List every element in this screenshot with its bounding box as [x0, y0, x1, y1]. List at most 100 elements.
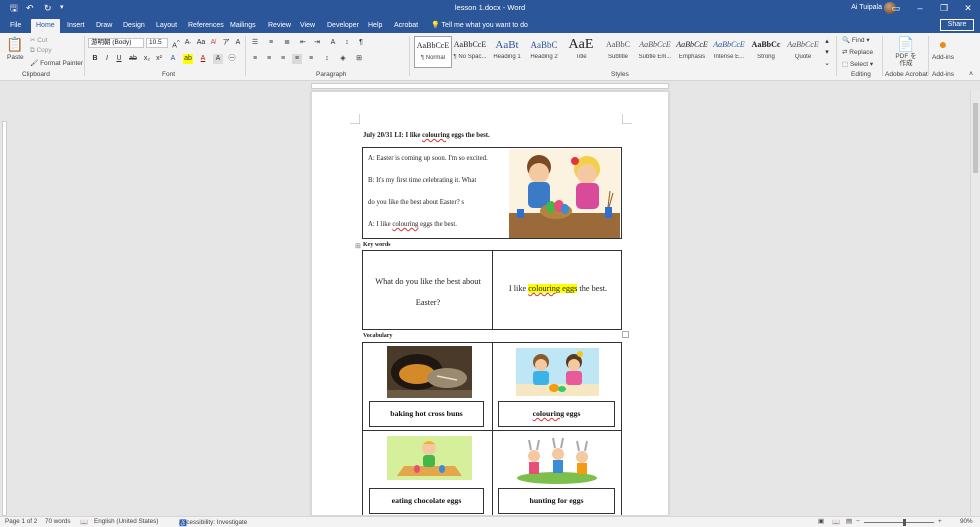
grow-font-icon[interactable]: A^	[171, 38, 181, 49]
asian-layout-icon[interactable]: A	[328, 38, 338, 48]
font-family-select[interactable]: 游明朝 (Body)	[88, 38, 144, 48]
add-ins-icon[interactable]: ●	[936, 36, 950, 52]
table-resize-handle[interactable]	[622, 331, 629, 338]
vertical-scrollbar[interactable]	[970, 91, 980, 516]
tab-file[interactable]: File	[5, 19, 26, 33]
show-marks-icon[interactable]: ¶	[356, 38, 366, 48]
print-layout-icon[interactable]: ▤	[846, 518, 852, 525]
find-button[interactable]: 🔍 Find ▾	[842, 36, 870, 44]
bold-icon[interactable]: B	[90, 54, 100, 64]
vertical-ruler[interactable]	[0, 91, 9, 516]
style-intense-emphasis[interactable]: AaBbCcE Intense E...	[710, 36, 748, 68]
align-left-icon[interactable]: ≡	[250, 54, 260, 64]
justify-icon[interactable]: ≡	[292, 54, 302, 64]
select-button[interactable]: ⬚ Select ▾	[842, 60, 873, 68]
eating-chocolate-eggs-image[interactable]	[387, 436, 472, 480]
distributed-icon[interactable]: ≡	[306, 54, 316, 64]
change-case-icon[interactable]: Aa	[196, 38, 206, 48]
maximize-icon[interactable]: ❐	[932, 0, 956, 17]
numbering-icon[interactable]: ≡	[266, 38, 276, 48]
paste-button[interactable]: Paste	[7, 54, 24, 61]
shading-icon[interactable]: A	[213, 54, 223, 64]
page-count[interactable]: Page 1 of 2	[5, 518, 37, 525]
pdf-icon[interactable]: 📄	[896, 36, 916, 53]
document-page[interactable]: July 20/31 LI: I like colouring eggs the…	[311, 91, 669, 516]
zoom-slider[interactable]	[864, 522, 934, 523]
tab-draw[interactable]: Draw	[91, 19, 117, 33]
style-subtitle[interactable]: AaBbC Subtitle	[599, 36, 637, 68]
increase-indent-icon[interactable]: ⇥	[312, 38, 322, 48]
table-move-handle-icon[interactable]: ⊞	[355, 242, 361, 250]
tab-view[interactable]: View	[295, 19, 320, 33]
tab-insert[interactable]: Insert	[62, 19, 90, 33]
styles-scroll-up-icon[interactable]: ▴	[822, 37, 832, 47]
phonetic-guide-icon[interactable]: ア	[221, 38, 231, 48]
tab-help[interactable]: Help	[363, 19, 387, 33]
read-mode-icon[interactable]: 📖	[832, 518, 840, 526]
subscript-icon[interactable]: x₂	[142, 54, 152, 64]
styles-scroll-down-icon[interactable]: ▾	[822, 48, 832, 58]
tab-acrobat[interactable]: Acrobat	[389, 19, 423, 33]
align-center-icon[interactable]: ≡	[264, 54, 274, 64]
italic-icon[interactable]: I	[102, 54, 112, 64]
shrink-font-icon[interactable]: Aˇ	[183, 38, 193, 48]
clear-formatting-icon[interactable]: A̸	[208, 38, 218, 48]
ribbon-display-icon[interactable]: ▭	[884, 0, 908, 17]
tell-me-search[interactable]: 💡 Tell me what you want to do	[431, 19, 528, 32]
align-right-icon[interactable]: ≡	[278, 54, 288, 64]
hunting-for-eggs-image[interactable]	[516, 434, 599, 484]
multilevel-list-icon[interactable]: ≣	[282, 38, 292, 48]
horizontal-ruler[interactable]	[0, 81, 980, 91]
zoom-level[interactable]: 90%	[960, 518, 973, 525]
superscript-icon[interactable]: x²	[154, 54, 164, 64]
user-name[interactable]: Ai Tuipala	[851, 4, 882, 11]
text-effects-icon[interactable]: A	[168, 54, 178, 64]
close-icon[interactable]: ✕	[956, 0, 980, 17]
colouring-eggs-image[interactable]	[516, 348, 599, 396]
zoom-out-icon[interactable]: −	[856, 518, 860, 525]
zoom-slider-thumb[interactable]	[903, 519, 906, 526]
style-heading-1[interactable]: AaBt Heading 1	[488, 36, 526, 68]
proofing-icon[interactable]: 📖	[80, 518, 88, 526]
language-status[interactable]: English (United States)	[94, 518, 158, 525]
decrease-indent-icon[interactable]: ⇤	[298, 38, 308, 48]
font-size-select[interactable]: 10.5	[146, 38, 168, 48]
bullets-icon[interactable]: ☰	[250, 38, 260, 48]
zoom-in-icon[interactable]: +	[938, 518, 942, 525]
minimize-icon[interactable]: –	[908, 0, 932, 17]
cut-button[interactable]: ✂ Cut	[30, 36, 47, 44]
create-pdf-button[interactable]: PDF を 作成	[890, 53, 922, 67]
tab-home[interactable]: Home	[31, 19, 60, 33]
line-spacing-icon[interactable]: ↕	[322, 54, 332, 64]
sort-icon[interactable]: ↕	[342, 38, 352, 48]
strikethrough-icon[interactable]: ab	[128, 54, 138, 64]
style-no-spacing[interactable]: AaBbCcE ¶ No Spac...	[451, 36, 489, 68]
styles-more-icon[interactable]: ⌄	[822, 59, 832, 69]
share-button[interactable]: Share	[940, 19, 974, 31]
style-subtle-emphasis[interactable]: AaBbCcE Subtle Em...	[636, 36, 674, 68]
tab-mailings[interactable]: Mailings	[225, 19, 261, 33]
borders-icon[interactable]: ⊞	[354, 54, 364, 64]
underline-icon[interactable]: U	[114, 54, 124, 64]
style-title[interactable]: AaE Title	[562, 36, 600, 68]
format-painter-button[interactable]: 🖌 Format Painter	[30, 59, 83, 67]
tab-developer[interactable]: Developer	[322, 19, 364, 33]
collapse-ribbon-icon[interactable]: ˄	[966, 70, 976, 80]
style-emphasis[interactable]: AaBbCcE Emphasis	[673, 36, 711, 68]
word-count[interactable]: 70 words	[45, 518, 71, 525]
font-color-icon[interactable]: A	[198, 54, 208, 64]
tab-layout[interactable]: Layout	[151, 19, 182, 33]
highlight-icon[interactable]: ab	[183, 54, 193, 64]
add-ins-button[interactable]: Add-ins	[932, 54, 954, 61]
hot-cross-buns-image[interactable]	[387, 346, 472, 398]
style-strong[interactable]: AaBbCc Strong	[747, 36, 785, 68]
tab-design[interactable]: Design	[118, 19, 150, 33]
character-border-icon[interactable]: A	[233, 38, 243, 48]
replace-button[interactable]: ⇄ Replace	[842, 48, 873, 56]
style-quote[interactable]: AaBbCcE Quote	[784, 36, 822, 68]
tab-references[interactable]: References	[183, 19, 229, 33]
scrollbar-thumb[interactable]	[973, 103, 978, 173]
focus-mode-icon[interactable]: ▣	[818, 518, 824, 525]
enclose-characters-icon[interactable]: ㊀	[227, 54, 237, 64]
style-heading-2[interactable]: AaBbC Heading 2	[525, 36, 563, 68]
